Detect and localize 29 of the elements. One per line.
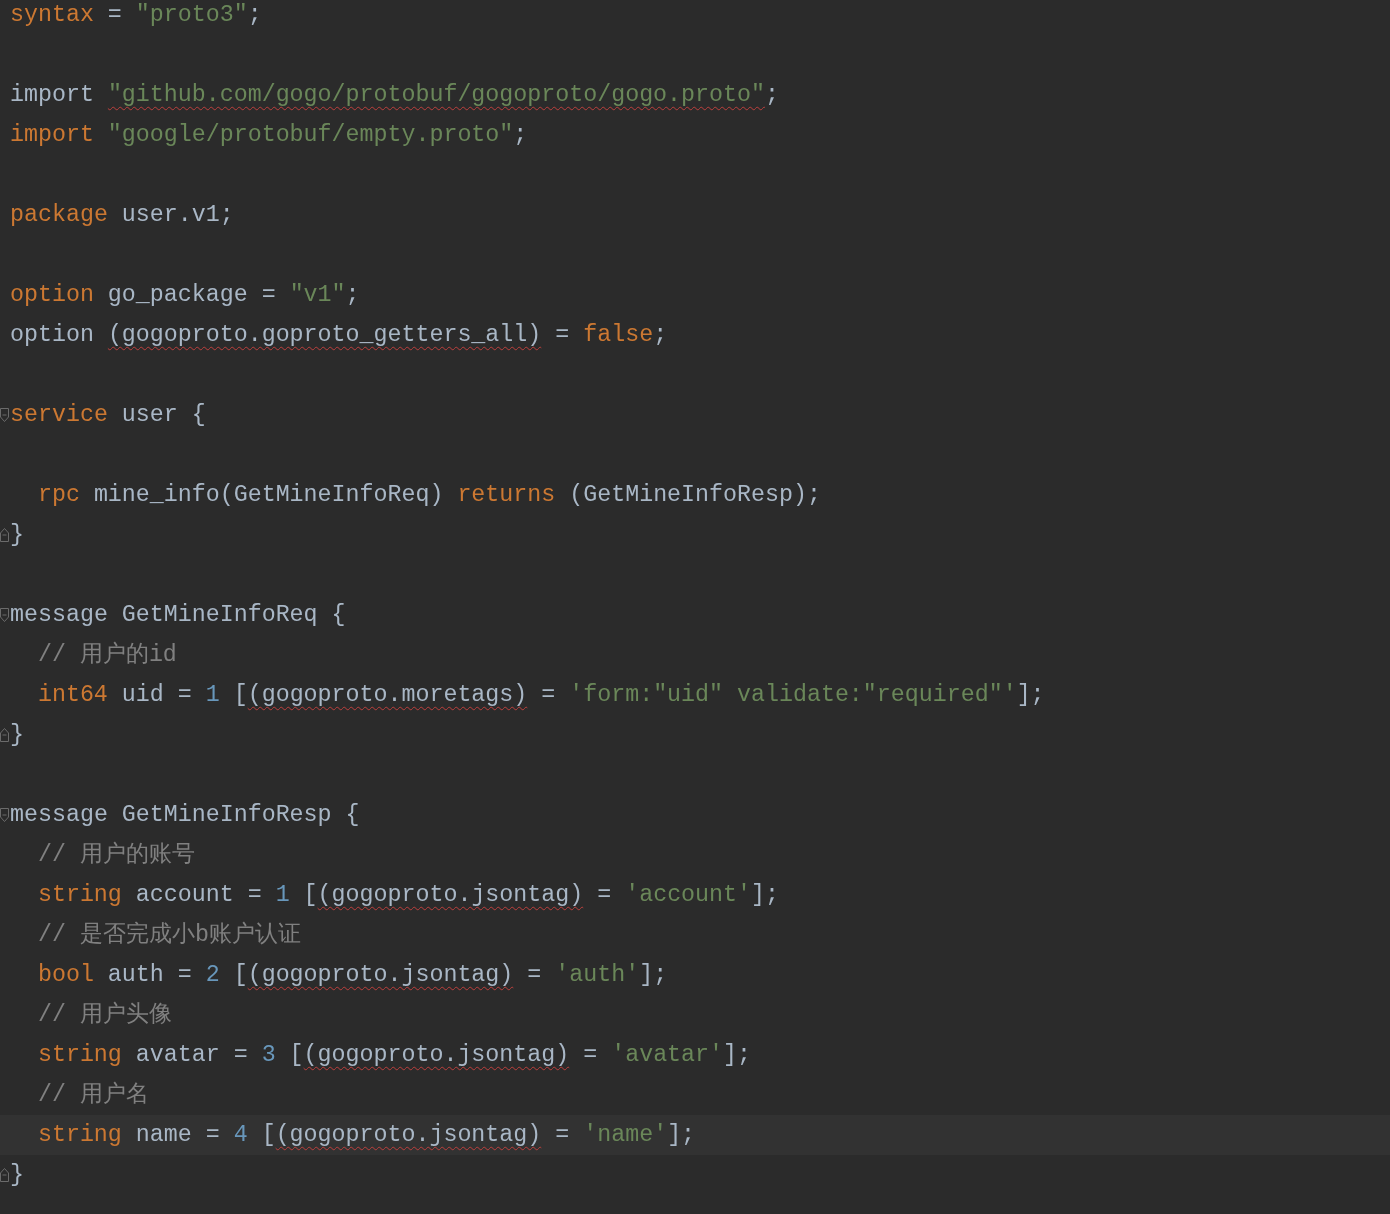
code-line: import "google/protobuf/empty.proto"; [10, 121, 528, 150]
code-line: // 是否完成小b账户认证 [36, 920, 301, 950]
code-line: // 用户的账号 [36, 840, 195, 870]
code-line: string account = 1 [(gogoproto.jsontag) = 'account']; [36, 881, 779, 910]
fold-marker-icon[interactable] [0, 1168, 9, 1182]
code-line: // 用户头像 [36, 1000, 172, 1030]
code-line: } [10, 521, 24, 550]
code-line: string avatar = 3 [(gogoproto.jsontag) = 'avatar']; [36, 1041, 751, 1070]
code-line: // 用户的id [36, 640, 177, 670]
fold-marker-icon[interactable] [0, 608, 9, 622]
code-line: option (gogoproto.goproto_getters_all) = false; [10, 321, 668, 350]
code-line: message GetMineInfoResp { [10, 801, 360, 830]
code-line: } [10, 1161, 24, 1190]
code-line: bool auth = 2 [(gogoproto.jsontag) = 'auth']; [36, 961, 668, 990]
fold-marker-icon[interactable] [0, 728, 9, 742]
code-line: message GetMineInfoReq { [10, 601, 346, 630]
code-line: package user.v1; [10, 201, 234, 230]
code-line: option go_package = "v1"; [10, 281, 360, 310]
code-line: // 用户名 [36, 1080, 149, 1110]
code-line: int64 uid = 1 [(gogoproto.moretags) = 'form:"uid" validate:"required"']; [36, 681, 1045, 710]
code-line: string name = 4 [(gogoproto.jsontag) = 'name']; [36, 1121, 696, 1150]
code-line: } [10, 721, 24, 750]
code-line: service user { [10, 401, 206, 430]
fold-marker-icon[interactable] [0, 808, 9, 822]
code-line: syntax = "proto3"; [10, 1, 262, 30]
fold-marker-icon[interactable] [0, 408, 9, 422]
code-line: rpc mine_info(GetMineInfoReq) returns (GetMineInfoResp); [36, 481, 821, 510]
code-line: import "github.com/gogo/protobuf/gogoproto/gogo.proto"; [10, 81, 779, 110]
fold-marker-icon[interactable] [0, 528, 9, 542]
